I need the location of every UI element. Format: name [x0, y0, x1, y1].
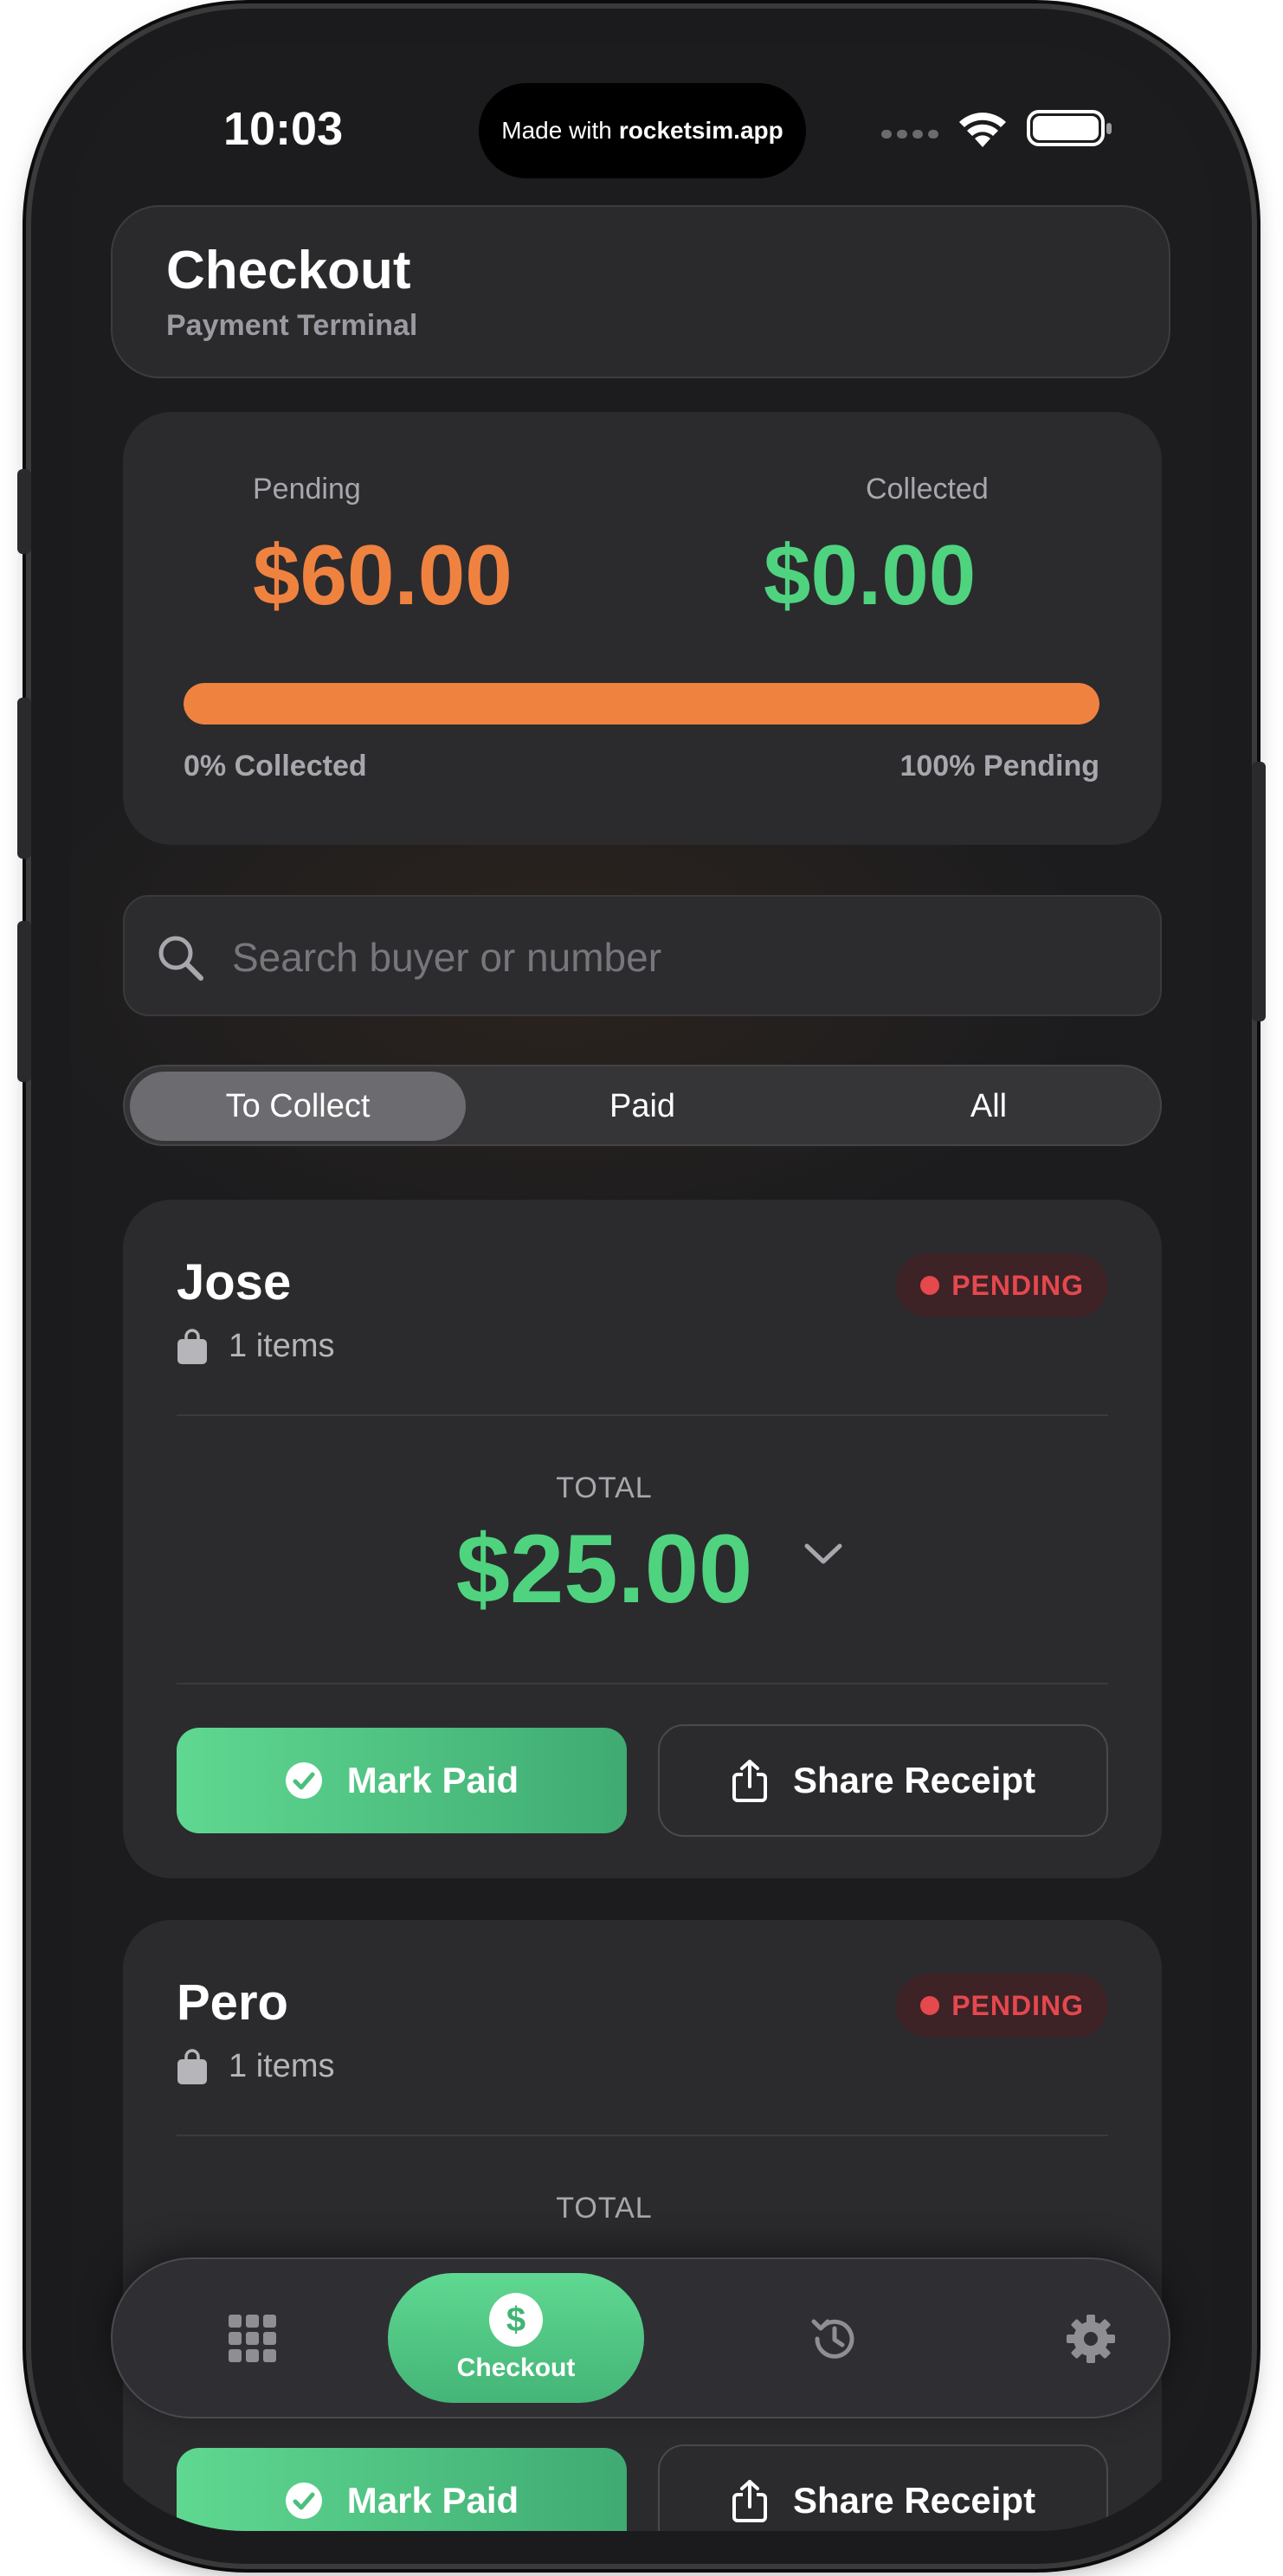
status-time: 10:03 — [223, 103, 344, 155]
status-dot-icon — [920, 1996, 940, 2015]
share-icon — [732, 1760, 767, 1802]
order-card: Pero PENDING 1 items TOTAL Mark Paid Sha… — [123, 1920, 1162, 2531]
mark-paid-label: Mark Paid — [346, 2480, 519, 2521]
total-label: TOTAL — [556, 2192, 653, 2225]
tab-bar: $ Checkout — [111, 2257, 1170, 2418]
pending-amount: $60.00 — [253, 527, 513, 622]
status-dot-icon — [920, 1276, 940, 1295]
share-receipt-button[interactable]: Share Receipt — [658, 1724, 1108, 1837]
item-count: 1 items — [177, 1328, 334, 1365]
checkmark-circle-icon — [285, 2483, 322, 2519]
island-brand: rocketsim.app — [618, 117, 783, 144]
collected-label: Collected — [866, 473, 989, 506]
summary-card: Pending $60.00 Collected $0.00 0% Collec… — [123, 412, 1162, 845]
tab-checkout-label: Checkout — [456, 2354, 576, 2382]
cellular-dots-icon — [881, 130, 938, 138]
mark-paid-button[interactable]: Mark Paid — [177, 2448, 627, 2531]
share-receipt-label: Share Receipt — [792, 2480, 1036, 2521]
dynamic-island: Made with rocketsim.app — [479, 83, 806, 178]
status-badge: PENDING — [896, 1253, 1108, 1317]
side-button-volume-up — [17, 698, 31, 859]
shopping-bag-icon — [177, 1328, 207, 1364]
shopping-bag-icon — [177, 2048, 207, 2084]
buyer-name: Jose — [177, 1254, 292, 1311]
share-receipt-button[interactable]: Share Receipt — [658, 2444, 1108, 2531]
mark-paid-button[interactable]: Mark Paid — [177, 1728, 627, 1833]
item-count: 1 items — [177, 2048, 334, 2085]
divider — [177, 1414, 1108, 1416]
status-badge-label: PENDING — [951, 1269, 1084, 1301]
buyer-name: Pero — [177, 1974, 288, 2031]
side-button-action — [17, 469, 31, 554]
screen: 10:03 Made with rocketsim.app Checkout P… — [71, 45, 1212, 2531]
share-receipt-label: Share Receipt — [792, 1760, 1036, 1800]
segment-all[interactable]: All — [821, 1072, 1157, 1141]
collected-amount: $0.00 — [764, 527, 977, 622]
grid-icon[interactable] — [227, 2313, 279, 2365]
divider — [177, 2135, 1108, 2136]
side-button-volume-down — [17, 921, 31, 1082]
island-prefix: Made with — [501, 117, 612, 144]
pending-label: Pending — [253, 473, 361, 506]
tab-checkout[interactable]: $ Checkout — [388, 2273, 644, 2403]
progress-pending-fill — [184, 683, 1099, 724]
status-icons — [881, 109, 1112, 147]
segment-to-collect[interactable]: To Collect — [130, 1072, 466, 1141]
search-input[interactable] — [232, 923, 1132, 992]
page-title: Checkout — [166, 241, 411, 300]
wifi-icon — [959, 113, 1006, 147]
item-count-label: 1 items — [229, 2048, 335, 2084]
share-icon — [732, 2480, 767, 2522]
status-badge: PENDING — [896, 1974, 1108, 2038]
divider — [177, 1683, 1108, 1684]
dollar-icon: $ — [489, 2293, 543, 2347]
gear-icon[interactable] — [1065, 2313, 1117, 2365]
total-label: TOTAL — [556, 1472, 653, 1504]
item-count-label: 1 items — [229, 1328, 335, 1364]
order-card: Jose PENDING 1 items TOTAL $25.00 Mark P… — [123, 1200, 1162, 1878]
status-filter-segmented-control: To Collect Paid All — [123, 1065, 1162, 1146]
history-icon[interactable] — [809, 2313, 861, 2365]
mark-paid-label: Mark Paid — [346, 1760, 519, 1800]
battery-icon — [1027, 110, 1112, 146]
chevron-down-icon[interactable] — [803, 1541, 843, 1567]
search-icon — [158, 936, 203, 981]
checkmark-circle-icon — [285, 1762, 322, 1799]
status-badge-label: PENDING — [951, 1989, 1084, 2021]
total-amount: $25.00 — [455, 1515, 753, 1623]
search-bar[interactable] — [123, 895, 1162, 1016]
segment-paid[interactable]: Paid — [474, 1072, 810, 1141]
pending-percent-text: 100% Pending — [899, 750, 1099, 782]
side-button-power — [1252, 762, 1266, 1021]
page-subtitle: Payment Terminal — [166, 309, 418, 342]
header-card: Checkout Payment Terminal — [111, 205, 1170, 378]
collected-percent-text: 0% Collected — [184, 750, 367, 782]
collection-progress-bar — [184, 683, 1099, 724]
